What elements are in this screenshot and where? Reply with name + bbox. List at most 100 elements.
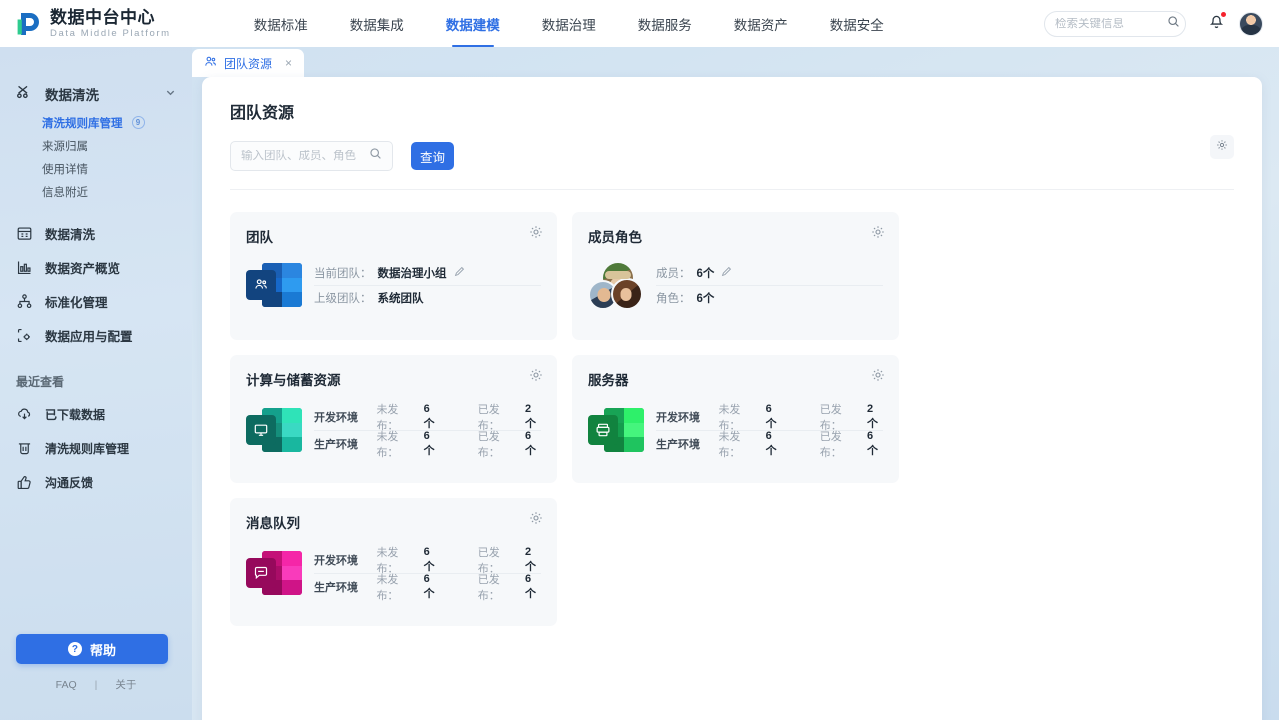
help-button[interactable]: ? 帮助: [16, 634, 168, 664]
card-title: 成员角色: [588, 230, 642, 245]
card-body: 开发环境 未发布： 6个 已发布： 2个 生产环境 未发布： 6个 已发布： 6个: [246, 545, 541, 602]
env-published-label: 已发布：: [477, 431, 500, 459]
sidebar-recent-item-0[interactable]: 已下载数据: [0, 398, 192, 430]
env-unpublished-value: 6个: [423, 545, 435, 573]
edit-pencil-icon[interactable]: [454, 266, 465, 280]
team-search-field[interactable]: [230, 141, 393, 171]
sidebar-recent-items: 已下载数据清洗规则库管理 沟通反馈: [0, 398, 192, 498]
filter-row: 查询: [230, 141, 1234, 171]
sidebar-group-label: 数据清洗: [45, 88, 99, 103]
brand-title: 数据中台中心: [50, 7, 155, 27]
data-cleaning-icon: [16, 83, 33, 105]
avatar: [611, 278, 643, 310]
footer-divider: |: [94, 678, 98, 691]
search-icon: [369, 147, 382, 165]
card-rows: 开发环境 未发布： 6个 已发布： 2个 生产环境 未发布： 6个 已发布： 6个: [314, 403, 541, 459]
member-avatar-cluster: [588, 261, 644, 311]
cloud-download-icon: [16, 406, 33, 423]
resource-card: 计算与储蓄资源 开发环境 未发布： 6个 已发布： 2个 生产环境 未发布： 6个 已发布： 6个: [230, 355, 557, 483]
nav-item-4[interactable]: 数据服务: [617, 0, 713, 47]
platform-logo-icon: [14, 10, 42, 38]
gear-icon[interactable]: [529, 225, 543, 244]
chevron-down-icon[interactable]: [165, 85, 176, 103]
team-resources-panel: 团队资源 查询: [202, 77, 1262, 720]
env-published-value: 6个: [524, 430, 536, 457]
card-row: 角色： 6个: [656, 285, 883, 310]
calendar-icon: [16, 225, 33, 242]
env-unpublished-label: 未发布：: [376, 574, 399, 602]
row-value: 数据治理小组: [377, 267, 447, 280]
env-published-label: 已发布：: [819, 431, 842, 459]
nav-item-0[interactable]: 数据标准: [233, 0, 329, 47]
question-mark-icon: ?: [67, 642, 82, 656]
tab-label: 团队资源: [224, 56, 273, 71]
global-search-input[interactable]: [1055, 17, 1167, 30]
gear-icon[interactable]: [871, 225, 885, 244]
notification-bell-button[interactable]: [1208, 11, 1226, 35]
sidebar-subitem-badge: 9: [131, 116, 145, 129]
about-link[interactable]: 关于: [115, 677, 136, 692]
row-value: 6个: [696, 267, 715, 280]
edit-pencil-icon[interactable]: [721, 266, 732, 280]
faq-link[interactable]: FAQ: [56, 679, 77, 691]
sidebar-subitem-2[interactable]: 使用详情: [0, 157, 192, 180]
env-name: 生产环境: [656, 439, 700, 451]
sidebar-item-1[interactable]: 数据资产概览: [0, 251, 192, 283]
card-row: 生产环境 未发布： 6个 已发布： 6个: [314, 430, 541, 459]
sidebar-item-0[interactable]: 数据清洗: [0, 217, 192, 249]
card-title: 团队: [246, 230, 273, 245]
sidebar-recent-item-1[interactable]: 清洗规则库管理: [0, 432, 192, 464]
row-label: 上级团队：: [314, 293, 372, 305]
card-row: 当前团队： 数据治理小组: [314, 260, 541, 285]
search-icon: [1167, 15, 1180, 33]
env-name: 开发环境: [656, 411, 700, 424]
panel-settings-button[interactable]: [1210, 135, 1234, 159]
card-row: 生产环境 未发布： 6个 已发布： 6个: [314, 573, 541, 602]
global-search[interactable]: [1044, 10, 1186, 37]
card-rows: 开发环境 未发布： 6个 已发布： 2个 生产环境 未发布： 6个 已发布： 6个: [656, 402, 883, 459]
user-avatar[interactable]: [1239, 11, 1263, 36]
sidebar-recent-item-2[interactable]: 沟通反馈: [0, 466, 192, 498]
sidebar-subitem-0[interactable]: 清洗规则库管理 9: [0, 111, 192, 134]
nav-item-1[interactable]: 数据集成: [329, 0, 425, 47]
nav-item-5[interactable]: 数据资产: [713, 0, 809, 47]
tab-team-resources[interactable]: 团队资源 ×: [192, 49, 305, 77]
top-navigation-bar: 数据中台中心 Data Middle Platform 数据标准 数据集成 数据建模…: [0, 0, 1279, 47]
sidebar-subitem-1[interactable]: 来源归属: [0, 134, 192, 157]
env-unpublished-value: 6个: [765, 402, 777, 430]
team-people-icon: [204, 55, 217, 71]
sidebar-group-data-cleaning[interactable]: 数据清洗: [0, 77, 192, 111]
nav-item-6[interactable]: 数据安全: [809, 0, 905, 47]
sidebar-item-2[interactable]: 标准化管理: [0, 285, 192, 317]
card-row: 开发环境 未发布： 6个 已发布： 2个: [656, 402, 883, 432]
env-published-value: 6个: [524, 573, 536, 600]
close-icon[interactable]: ×: [285, 56, 292, 70]
nav-item-3[interactable]: 数据治理: [521, 0, 617, 47]
sidebar-recent-item-label: 沟通反馈: [45, 475, 94, 490]
row-label: 角色：: [656, 293, 691, 305]
sidebar-recent-item-label: 清洗规则库管理: [45, 441, 130, 456]
sidebar-item-label: 数据资产概览: [45, 261, 121, 276]
gear-icon[interactable]: [871, 368, 885, 387]
sidebar-subitem-3[interactable]: 信息附近: [0, 180, 192, 203]
hierarchy-icon: [16, 293, 33, 310]
main-nav: 数据标准 数据集成 数据建模 数据治理 数据服务 数据资产 数据安全: [233, 0, 905, 47]
resource-cards: 团队 当前团队： 数据治理小组 上级团队： 系统团队 成员角色 成员： 6个 角色： 6个 计算与储…: [202, 190, 1262, 626]
team-search-input[interactable]: [241, 150, 369, 162]
env-unpublished-value: 6个: [423, 430, 435, 457]
sidebar-subitem-label: 来源归属: [42, 140, 88, 153]
card-body: 当前团队： 数据治理小组 上级团队： 系统团队: [246, 260, 541, 310]
nav-item-2[interactable]: 数据建模: [425, 0, 521, 47]
gear-icon: [1216, 138, 1228, 156]
sidebar-subitem-label: 使用详情: [42, 163, 88, 176]
resource-card: 消息队列 开发环境 未发布： 6个 已发布： 2个 生产环境 未发布： 6个 已发布： 6个: [230, 498, 557, 626]
gear-icon[interactable]: [529, 368, 543, 387]
query-button[interactable]: 查询: [411, 142, 454, 170]
env-published-label: 已发布：: [477, 574, 500, 602]
resource-card: 团队 当前团队： 数据治理小组 上级团队： 系统团队: [230, 212, 557, 340]
gear-icon[interactable]: [529, 511, 543, 530]
sidebar-subitem-label: 清洗规则库管理: [42, 117, 123, 130]
sidebar-item-3[interactable]: 数据应用与配置: [0, 319, 192, 351]
team-tile-icon: [246, 261, 302, 309]
filter-funnel-icon: [16, 440, 33, 457]
